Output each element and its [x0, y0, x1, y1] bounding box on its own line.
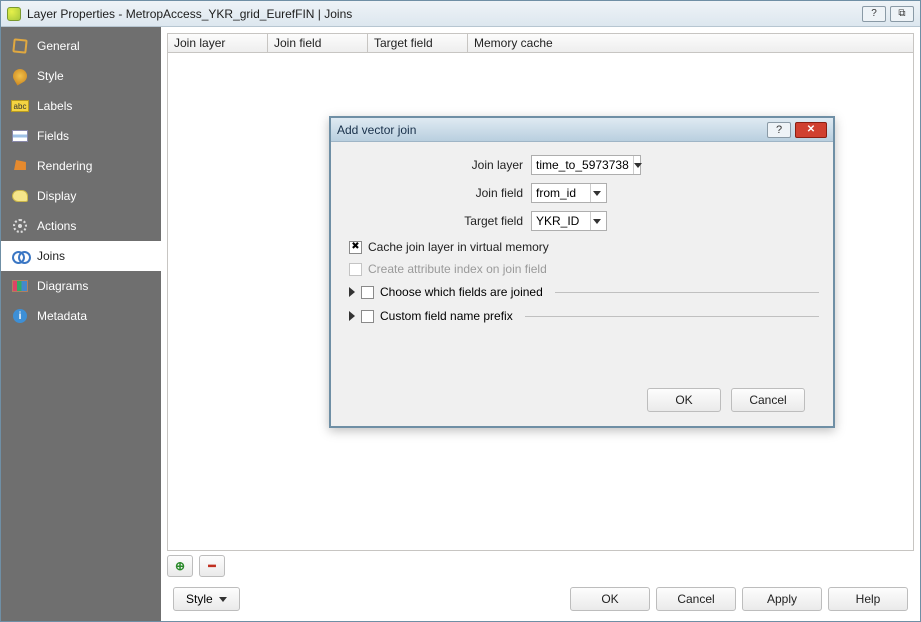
- window-buttons: ? ⧉: [862, 6, 914, 22]
- modal-help-button[interactable]: ?: [767, 122, 791, 138]
- style-icon: [11, 68, 29, 84]
- expand-icon: [349, 311, 355, 321]
- join-field-value: from_id: [536, 186, 590, 200]
- divider: [555, 292, 819, 293]
- col-join-layer[interactable]: Join layer: [168, 34, 268, 52]
- sidebar-item-label: Actions: [37, 219, 76, 233]
- chevron-down-icon: [590, 184, 602, 202]
- metadata-icon: i: [11, 308, 29, 324]
- joins-icon: [11, 248, 29, 264]
- modal-ok-button[interactable]: OK: [647, 388, 721, 412]
- modal-body: Join layer time_to_5973738 Join field fr…: [331, 142, 833, 416]
- modal-cancel-button[interactable]: Cancel: [731, 388, 805, 412]
- target-field-label: Target field: [345, 214, 531, 228]
- choose-fields-label: Choose which fields are joined: [380, 285, 543, 299]
- diagrams-icon: [11, 278, 29, 294]
- cache-checkbox-label: Cache join layer in virtual memory: [368, 240, 549, 254]
- modal-footer: OK Cancel: [345, 380, 819, 412]
- sidebar-item-label: Labels: [37, 99, 72, 113]
- sidebar: General Style abc Labels Fields Renderin…: [1, 27, 161, 621]
- index-checkbox: [349, 263, 362, 276]
- joins-table-header: Join layer Join field Target field Memor…: [167, 33, 914, 53]
- join-layer-select[interactable]: time_to_5973738: [531, 155, 641, 175]
- chevron-down-icon: [590, 212, 602, 230]
- add-vector-join-dialog: Add vector join ? ✕ Join layer time_to_5…: [329, 116, 835, 428]
- dialog-footer: Style OK Cancel Apply Help: [167, 583, 914, 615]
- rendering-icon: [11, 158, 29, 174]
- col-join-field[interactable]: Join field: [268, 34, 368, 52]
- chevron-down-icon: [633, 156, 642, 174]
- modal-close-button[interactable]: ✕: [795, 122, 827, 138]
- ok-button[interactable]: OK: [570, 587, 650, 611]
- col-target-field[interactable]: Target field: [368, 34, 468, 52]
- apply-button[interactable]: Apply: [742, 587, 822, 611]
- help-button[interactable]: Help: [828, 587, 908, 611]
- expand-icon: [349, 287, 355, 297]
- qgis-icon: [7, 7, 21, 21]
- cache-checkbox-row[interactable]: Cache join layer in virtual memory: [345, 236, 819, 258]
- join-layer-row: Join layer time_to_5973738: [345, 152, 819, 178]
- sidebar-item-labels[interactable]: abc Labels: [1, 91, 161, 121]
- target-field-row: Target field YKR_ID: [345, 208, 819, 234]
- divider: [525, 316, 819, 317]
- sidebar-item-fields[interactable]: Fields: [1, 121, 161, 151]
- sidebar-item-label: Fields: [37, 129, 69, 143]
- cancel-button[interactable]: Cancel: [656, 587, 736, 611]
- target-field-value: YKR_ID: [536, 214, 590, 228]
- chevron-down-icon: [219, 597, 227, 602]
- sidebar-item-label: Joins: [37, 249, 65, 263]
- window-title: Layer Properties - MetropAccess_YKR_grid…: [27, 7, 862, 21]
- sidebar-item-rendering[interactable]: Rendering: [1, 151, 161, 181]
- layer-properties-window: Layer Properties - MetropAccess_YKR_grid…: [0, 0, 921, 622]
- choose-fields-expander[interactable]: Choose which fields are joined: [345, 280, 819, 304]
- plus-icon: ⊕: [175, 559, 185, 573]
- join-layer-value: time_to_5973738: [536, 158, 633, 172]
- target-field-select[interactable]: YKR_ID: [531, 211, 607, 231]
- joins-toolbar: ⊕ ━: [167, 551, 914, 583]
- titlebar-close-button[interactable]: ⧉: [890, 6, 914, 22]
- join-field-select[interactable]: from_id: [531, 183, 607, 203]
- col-memory-cache[interactable]: Memory cache: [468, 34, 913, 52]
- cache-checkbox[interactable]: [349, 241, 362, 254]
- sidebar-item-actions[interactable]: Actions: [1, 211, 161, 241]
- minus-icon: ━: [208, 559, 215, 573]
- sidebar-item-metadata[interactable]: i Metadata: [1, 301, 161, 331]
- titlebar-help-button[interactable]: ?: [862, 6, 886, 22]
- remove-join-button[interactable]: ━: [199, 555, 225, 577]
- sidebar-item-general[interactable]: General: [1, 31, 161, 61]
- index-checkbox-row: Create attribute index on join field: [345, 258, 819, 280]
- sidebar-item-label: General: [37, 39, 80, 53]
- sidebar-item-diagrams[interactable]: Diagrams: [1, 271, 161, 301]
- sidebar-item-label: Rendering: [37, 159, 92, 173]
- sidebar-item-label: Display: [37, 189, 76, 203]
- add-join-button[interactable]: ⊕: [167, 555, 193, 577]
- choose-fields-checkbox[interactable]: [361, 286, 374, 299]
- general-icon: [11, 38, 29, 54]
- actions-icon: [11, 218, 29, 234]
- sidebar-item-label: Style: [37, 69, 64, 83]
- style-menu-button[interactable]: Style: [173, 587, 240, 611]
- prefix-label: Custom field name prefix: [380, 309, 513, 323]
- prefix-expander[interactable]: Custom field name prefix: [345, 304, 819, 328]
- join-field-label: Join field: [345, 186, 531, 200]
- modal-title: Add vector join: [337, 123, 767, 137]
- sidebar-item-label: Metadata: [37, 309, 87, 323]
- sidebar-item-joins[interactable]: Joins: [1, 241, 161, 271]
- style-menu-label: Style: [186, 592, 213, 606]
- titlebar: Layer Properties - MetropAccess_YKR_grid…: [1, 1, 920, 27]
- display-icon: [11, 188, 29, 204]
- join-layer-label: Join layer: [345, 158, 531, 172]
- labels-icon: abc: [11, 98, 29, 114]
- index-checkbox-label: Create attribute index on join field: [368, 262, 547, 276]
- prefix-checkbox[interactable]: [361, 310, 374, 323]
- sidebar-item-label: Diagrams: [37, 279, 88, 293]
- sidebar-item-display[interactable]: Display: [1, 181, 161, 211]
- fields-icon: [11, 128, 29, 144]
- modal-titlebar: Add vector join ? ✕: [331, 118, 833, 142]
- sidebar-item-style[interactable]: Style: [1, 61, 161, 91]
- join-field-row: Join field from_id: [345, 180, 819, 206]
